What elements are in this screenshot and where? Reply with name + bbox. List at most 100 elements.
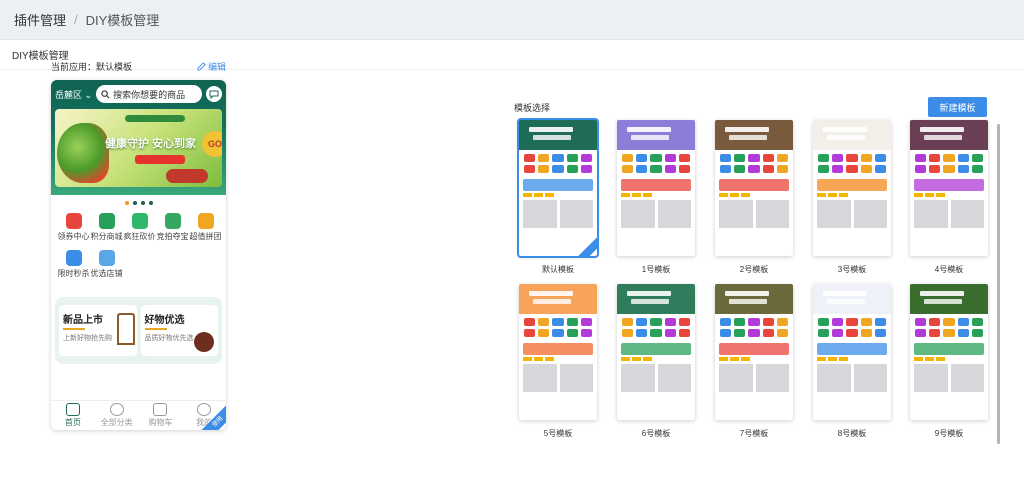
thumbnail-banner <box>523 179 593 191</box>
phone-nav-icons: 领券中心 积分商城 疯狂砍价 竞拍夺宝 超值拼团限时秒杀 优选店铺 <box>57 213 222 279</box>
template-card[interactable]: 默认模板 <box>517 118 599 275</box>
template-thumbnail[interactable] <box>910 284 988 420</box>
phone-nav-item[interactable]: 领券中心 <box>57 213 90 242</box>
banner-dot[interactable] <box>148 201 153 205</box>
group-icon <box>197 213 214 229</box>
template-name: 2号模板 <box>739 265 769 274</box>
thumbnail-icons <box>813 150 891 177</box>
template-thumbnail[interactable] <box>617 284 695 420</box>
scrollbar-thumb[interactable] <box>997 124 1000 444</box>
breadcrumb-current: DIY模板管理 <box>85 13 160 28</box>
template-name: 5号模板 <box>543 429 573 438</box>
current-app-header: 当前应用：默认模板 编辑 <box>51 60 226 73</box>
template-card[interactable]: 1号模板 <box>617 120 695 275</box>
chair-image <box>116 313 135 345</box>
template-card[interactable]: 4号模板 <box>910 120 988 275</box>
phone-nav-label: 疯狂砍价 <box>123 232 156 241</box>
phone-nav-item[interactable]: 疯狂砍价 <box>123 213 156 242</box>
template-card[interactable]: 5号模板 <box>519 284 597 439</box>
thumbnail-header <box>715 120 793 150</box>
flash-icon <box>65 250 82 266</box>
user-icon <box>197 403 212 416</box>
edit-icon <box>197 62 206 71</box>
template-name: 4号模板 <box>934 265 964 274</box>
template-thumbnail[interactable] <box>715 284 793 420</box>
thumbnail-header <box>910 120 988 150</box>
template-thumbnail[interactable] <box>813 284 891 420</box>
chat-icon[interactable] <box>206 86 222 102</box>
banner-go-badge: GO <box>202 131 222 157</box>
thumbnail-header <box>519 284 597 314</box>
template-thumbnail[interactable] <box>517 118 599 258</box>
template-card[interactable]: 6号模板 <box>617 284 695 439</box>
breadcrumb-root[interactable]: 插件管理 <box>14 10 66 29</box>
banner-pill <box>125 115 185 122</box>
search-placeholder: 搜索你想要的商品 <box>113 89 186 100</box>
thumbnail-banner <box>621 343 691 355</box>
thumbnail-banner <box>817 343 887 355</box>
thumbnail-products <box>715 361 793 395</box>
thumbnail-products <box>519 197 597 231</box>
tab-item[interactable]: 首页 <box>51 401 95 430</box>
template-thumbnail[interactable] <box>519 284 597 420</box>
edit-link[interactable]: 编辑 <box>197 60 226 73</box>
template-card[interactable]: 3号模板 <box>813 120 891 275</box>
promo-underline <box>144 328 167 330</box>
tag-icon <box>131 213 148 229</box>
breadcrumb-separator: / <box>74 12 78 27</box>
template-section-title: 模板选择 <box>514 103 551 113</box>
template-name: 1号模板 <box>641 265 671 274</box>
phone-nav-item[interactable]: 优选店铺 <box>90 250 123 279</box>
promo-card-new[interactable]: 新品上市 上新好物抢先购 <box>59 305 137 356</box>
tab-label: 全部分类 <box>100 418 133 427</box>
banner-dot[interactable] <box>140 201 145 205</box>
thumbnail-banner <box>817 179 887 191</box>
tab-item[interactable]: 全部分类 <box>95 401 139 430</box>
region-selector[interactable]: 岳麓区 ⌄ <box>55 88 92 101</box>
template-card[interactable]: 8号模板 <box>813 284 891 439</box>
phone-nav-item[interactable]: 竞拍夺宝 <box>156 213 189 242</box>
thumbnail-header <box>617 120 695 150</box>
template-name: 7号模板 <box>739 429 769 438</box>
thumbnail-products <box>519 361 597 395</box>
template-thumbnail[interactable] <box>813 120 891 256</box>
template-name: 8号模板 <box>837 429 867 438</box>
template-thumbnail[interactable] <box>617 120 695 256</box>
template-card[interactable]: 7号模板 <box>715 284 793 439</box>
template-name: 9号模板 <box>934 429 964 438</box>
phone-nav-item[interactable]: 超值拼团 <box>189 213 222 242</box>
phone-nav-label: 领券中心 <box>57 232 90 241</box>
thumbnail-icons <box>910 314 988 341</box>
phone-banner[interactable]: 健康守护 安心到家 GO <box>55 109 222 187</box>
thumbnail-header <box>813 284 891 314</box>
promo-card-select[interactable]: 好物优选 品质好物优先选 <box>140 305 218 356</box>
search-icon <box>101 89 110 98</box>
template-card[interactable]: 2号模板 <box>715 120 793 275</box>
new-template-button[interactable]: 新建模板 <box>928 97 987 117</box>
breadcrumb: 插件管理 / DIY模板管理 <box>0 0 1024 40</box>
hammer-icon <box>164 213 181 229</box>
tab-label: 首页 <box>64 418 81 427</box>
promo-underline <box>63 328 85 330</box>
thumbnail-icons <box>617 150 695 177</box>
thumbnail-icons <box>519 314 597 341</box>
thumbnail-icons <box>617 314 695 341</box>
thumbnail-header <box>910 284 988 314</box>
banner-dot[interactable] <box>124 201 129 205</box>
template-thumbnail[interactable] <box>910 120 988 256</box>
tab-item[interactable]: 购物车 <box>139 401 183 430</box>
tab-label: 购物车 <box>148 418 173 427</box>
phone-nav-item[interactable]: 积分商城 <box>90 213 123 242</box>
banner-dot[interactable] <box>132 201 137 205</box>
thumbnail-header <box>519 120 597 150</box>
bag-icon <box>98 213 115 229</box>
template-thumbnail[interactable] <box>715 120 793 256</box>
phone-search-input[interactable]: 搜索你想要的商品 <box>96 85 202 103</box>
store-icon <box>98 250 115 266</box>
thumbnail-icons <box>715 314 793 341</box>
promo-title: 好物优选 <box>144 315 185 326</box>
thumbnail-header <box>617 284 695 314</box>
template-card[interactable]: 9号模板 <box>910 284 988 439</box>
phone-nav-item[interactable]: 限时秒杀 <box>57 250 90 279</box>
thumbnail-banner <box>523 343 593 355</box>
